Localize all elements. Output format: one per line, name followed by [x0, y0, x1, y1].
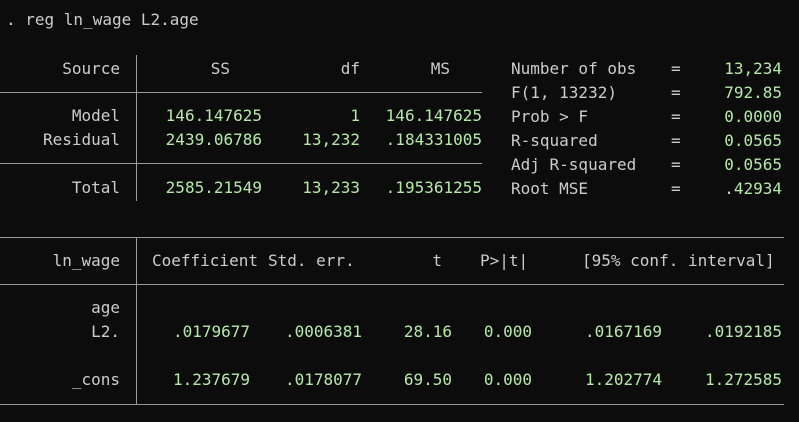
- coef-header-pvalue: P>|t|: [480, 251, 529, 270]
- stat-label-rootmse: Root MSE: [511, 179, 589, 198]
- coef-header-t: t: [432, 251, 442, 270]
- coef-row-cons-se: .0178077: [284, 370, 362, 389]
- coef-header-rule: [0, 284, 784, 285]
- anova-row-model-ss: 146.147625: [165, 106, 262, 125]
- coef-row-cons-var: _cons: [71, 370, 120, 389]
- stat-value-f: 792.85: [724, 83, 782, 102]
- stat-value-probf: 0.0000: [724, 107, 782, 126]
- anova-row-residual-source: Residual: [42, 130, 120, 149]
- stat-value-rootmse: .42934: [724, 179, 782, 198]
- anova-total-rule: [0, 163, 482, 164]
- anova-vertical-rule: [136, 55, 137, 201]
- coef-row-cons-ci-upper: 1.272585: [704, 370, 782, 389]
- anova-row-total-df: 13,233: [302, 178, 360, 197]
- anova-row-model-source: Model: [71, 106, 120, 125]
- anova-header-source: Source: [62, 59, 120, 78]
- coef-header-stderr: Std. err.: [268, 251, 355, 270]
- coef-row-l2-coef: .0179677: [172, 322, 250, 341]
- coef-bottom-rule: [0, 404, 784, 405]
- anova-row-residual-df: 13,232: [302, 130, 360, 149]
- anova-row-total-source: Total: [71, 178, 120, 197]
- coef-row-cons-ci-lower: 1.202774: [584, 370, 662, 389]
- anova-header-ms: MS: [430, 59, 450, 78]
- anova-row-residual-ss: 2439.06786: [165, 130, 262, 149]
- coef-header-confint: [95% conf. interval]: [582, 251, 775, 270]
- coef-row-l2-ci-lower: .0167169: [584, 322, 662, 341]
- stat-value-nobs: 13,234: [724, 59, 782, 78]
- coef-row-cons-p: 0.000: [483, 370, 532, 389]
- stat-value-adjr2: 0.0565: [724, 155, 782, 174]
- anova-row-model-df: 1: [350, 106, 360, 125]
- command-line: . reg ln_wage L2.age: [6, 10, 199, 29]
- coef-top-rule: [0, 237, 784, 238]
- coef-row-l2-ci-upper: .0192185: [704, 322, 782, 341]
- anova-header-rule: [0, 92, 482, 93]
- anova-row-model-ms: 146.147625: [385, 106, 482, 125]
- stat-value-r2: 0.0565: [724, 131, 782, 150]
- stata-results-window: . reg ln_wage L2.age Source SS df MS Mod…: [0, 0, 799, 422]
- anova-row-total-ss: 2585.21549: [165, 178, 262, 197]
- coef-row-l2-p: 0.000: [483, 322, 532, 341]
- coef-header-coefficient: Coefficient: [152, 251, 258, 270]
- coef-header-depvar: ln_wage: [52, 251, 120, 270]
- anova-row-residual-ms: .184331005: [385, 130, 482, 149]
- coef-row-cons-coef: 1.237679: [172, 370, 250, 389]
- coef-vertical-rule: [136, 238, 137, 405]
- stat-label-probf: Prob > F: [511, 107, 589, 126]
- coef-group-label-age: age: [91, 298, 120, 317]
- stat-label-f: F(1, 13232): [511, 83, 617, 102]
- anova-header-ss: SS: [210, 59, 230, 78]
- coef-row-cons-t: 69.50: [403, 370, 452, 389]
- stat-label-nobs: Number of obs: [511, 59, 637, 78]
- coef-row-l2-var: L2.: [91, 322, 120, 341]
- coef-row-l2-t: 28.16: [403, 322, 452, 341]
- anova-row-total-ms: .195361255: [385, 178, 482, 197]
- coef-row-l2-se: .0006381: [284, 322, 362, 341]
- stat-label-adjr2: Adj R-squared: [511, 155, 637, 174]
- anova-header-df: df: [340, 59, 360, 78]
- stat-label-r2: R-squared: [511, 131, 598, 150]
